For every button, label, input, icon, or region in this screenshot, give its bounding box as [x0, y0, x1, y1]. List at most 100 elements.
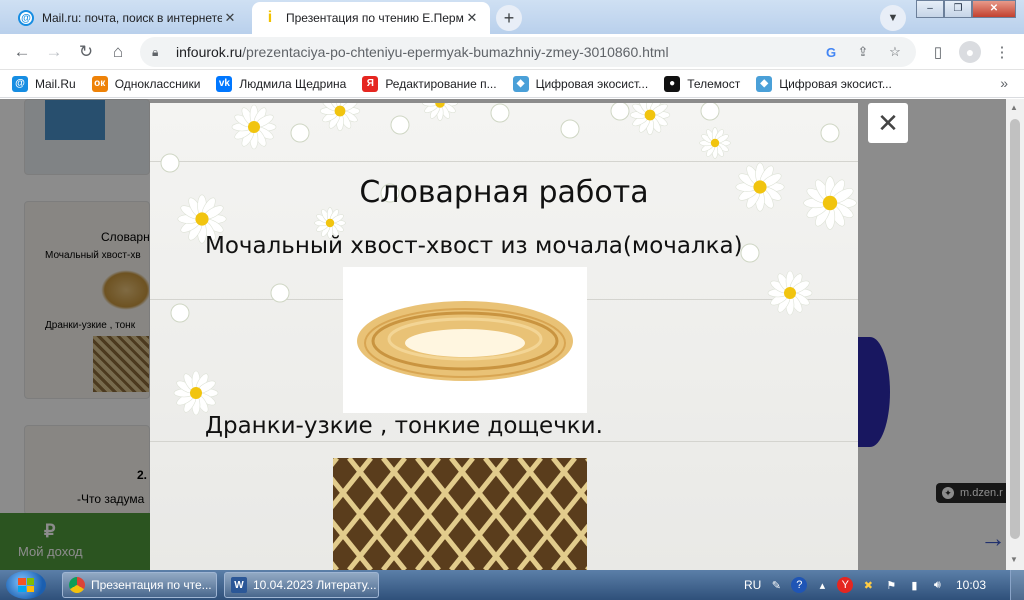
word-icon: W — [231, 577, 247, 593]
minimize-button[interactable]: – — [916, 0, 944, 18]
window-controls: – ❐ ✕ — [916, 0, 1016, 18]
bookmark-icon: @ — [12, 75, 28, 92]
show-desktop-button[interactable] — [1010, 570, 1024, 600]
tab-close-icon[interactable]: ✕ — [222, 10, 238, 26]
scroll-up-icon[interactable]: ▲ — [1010, 103, 1018, 112]
daisy-center — [325, 218, 335, 228]
forward-button[interactable]: → — [40, 38, 68, 66]
presentation-slide: Словарная работа Мочальный хвост-хвост и… — [150, 103, 858, 570]
bookmark-label: Цифровая экосист... — [779, 76, 892, 91]
menu-button[interactable]: ⋮ — [988, 38, 1016, 66]
blossom — [490, 103, 510, 123]
avatar-icon: ● — [959, 41, 981, 63]
url-host: infourok.ru — [176, 44, 243, 60]
blossom — [270, 283, 290, 303]
arrow-right-icon: → — [45, 42, 63, 61]
close-icon: ✕ — [877, 107, 899, 138]
scrollbar-thumb[interactable] — [1010, 119, 1020, 539]
home-icon: ⌂ — [112, 42, 124, 61]
taskbar-word[interactable]: W 10.04.2023 Литерату... — [224, 572, 379, 598]
new-tab-button[interactable]: + — [496, 5, 522, 31]
daisy-center — [334, 105, 346, 117]
chrome-icon — [69, 577, 85, 593]
tab-presentation[interactable]: i Презентация по чтению Е.Пермяк ✕ — [252, 2, 490, 34]
window-close-button[interactable]: ✕ — [972, 0, 1016, 18]
bookmark-item[interactable]: Я Редактирование п... — [362, 75, 497, 92]
bookmarks-bar: @ Mail.Ru ок Одноклассники vk Людмила Щедрина… — [0, 70, 1024, 98]
bookmark-item[interactable]: ◆ Цифровая экосист... — [512, 75, 648, 92]
tab-strip: @ Mail.ru: почта, поиск в интернете ✕ i … — [0, 0, 1024, 34]
address-bar-actions: G ⇪ ☆ — [820, 41, 906, 63]
security-icon[interactable]: ✖ — [860, 577, 876, 593]
bookmark-star-icon[interactable]: ☆ — [884, 41, 906, 63]
tab-close-icon[interactable]: ✕ — [464, 10, 480, 26]
help-icon[interactable]: ? — [791, 577, 808, 593]
daisy-center — [784, 287, 796, 299]
lattice-drawing — [333, 458, 587, 570]
windows-logo-icon — [18, 578, 34, 592]
side-panel-icon: ▯ — [933, 44, 943, 61]
blossom — [740, 243, 760, 263]
close-slide-button[interactable]: ✕ — [868, 103, 908, 143]
screen: @ Mail.ru: почта, поиск в интернете ✕ i … — [0, 0, 1024, 600]
task-label: 10.04.2023 Литерату... — [253, 578, 377, 592]
bookmark-item[interactable]: @ Mail.Ru — [12, 75, 76, 92]
blossom — [160, 153, 180, 173]
bookmark-label: Одноклассники — [114, 76, 201, 91]
kebab-menu-icon: ⋮ — [994, 44, 1010, 61]
arrow-left-icon: ← — [13, 42, 31, 61]
bookmark-label: Людмила Щедрина — [239, 76, 347, 91]
daisy-center — [710, 138, 720, 148]
wood-lattice-image — [333, 458, 587, 570]
windows-taskbar: Презентация по чте... W 10.04.2023 Литер… — [0, 570, 1024, 600]
bookmark-item[interactable]: ● Телемост — [664, 75, 741, 92]
taskbar-clock[interactable]: 10:03 — [956, 578, 986, 592]
scroll-down-icon[interactable]: ▼ — [1010, 555, 1018, 564]
blossom — [560, 119, 580, 139]
language-indicator[interactable]: RU — [744, 578, 761, 592]
tab-mailru[interactable]: @ Mail.ru: почта, поиск в интернете ✕ — [8, 2, 248, 34]
page-scrollbar[interactable]: ▲ ▼ — [1006, 99, 1024, 570]
slide-definition-1: Мочальный хвост-хвост из мочала(мочалка) — [205, 233, 743, 259]
volume-icon[interactable]: 🔊︎ — [929, 577, 945, 593]
taskbar-chrome[interactable]: Презентация по чте... — [62, 572, 217, 598]
reload-button[interactable]: ↻ — [72, 38, 100, 66]
bookmark-icon: vk — [216, 75, 233, 92]
bast-fiber-image — [343, 267, 587, 413]
back-button[interactable]: ← — [8, 38, 36, 66]
network-icon[interactable]: ▮ — [906, 577, 922, 593]
slide-definition-2: Дранки-узкие , тонкие дощечки. — [205, 413, 603, 439]
blossom — [170, 303, 190, 323]
show-hidden-icons[interactable]: ▴ — [814, 577, 830, 593]
blossom — [700, 103, 720, 121]
bookmarks-overflow-icon[interactable]: » — [1000, 75, 1008, 91]
side-panel-button[interactable]: ▯ — [924, 38, 952, 66]
bookmark-label: Телемост — [687, 76, 741, 91]
task-label: Презентация по чте... — [91, 578, 212, 592]
bookmark-icon: Я — [362, 75, 379, 92]
chevron-down-icon: ▼ — [887, 12, 899, 24]
system-tray: RU ✎ ? ▴ Y ✖ ⚑ ▮ 🔊︎ — [744, 570, 945, 600]
blossom — [610, 103, 630, 121]
google-icon[interactable]: G — [820, 41, 842, 63]
profile-button[interactable]: ● — [956, 38, 984, 66]
share-icon[interactable]: ⇪ — [852, 41, 874, 63]
maximize-button[interactable]: ❐ — [944, 0, 972, 18]
lock-icon: 🔒︎ — [152, 44, 159, 59]
tab-search-button[interactable]: ▼ — [880, 5, 906, 31]
bookmark-label: Mail.Ru — [35, 76, 76, 91]
address-bar[interactable]: 🔒︎ infourok.ru/prezentaciya-po-chteniyu-… — [140, 37, 916, 67]
daisy-center — [248, 121, 260, 133]
bookmark-item[interactable]: ◆ Цифровая экосист... — [756, 75, 892, 92]
tab-title: Mail.ru: почта, поиск в интернете — [42, 11, 222, 25]
bookmark-item[interactable]: vk Людмила Щедрина — [216, 75, 347, 92]
yandex-icon[interactable]: Y — [837, 577, 854, 593]
daisy-center — [190, 387, 202, 399]
blossom — [390, 115, 410, 135]
blossom — [290, 123, 310, 143]
start-button[interactable] — [6, 571, 46, 599]
home-button[interactable]: ⌂ — [104, 38, 132, 66]
bookmark-item[interactable]: ок Одноклассники — [91, 75, 201, 92]
flag-icon[interactable]: ⚑ — [883, 577, 899, 593]
pen-icon[interactable]: ✎ — [768, 577, 784, 593]
